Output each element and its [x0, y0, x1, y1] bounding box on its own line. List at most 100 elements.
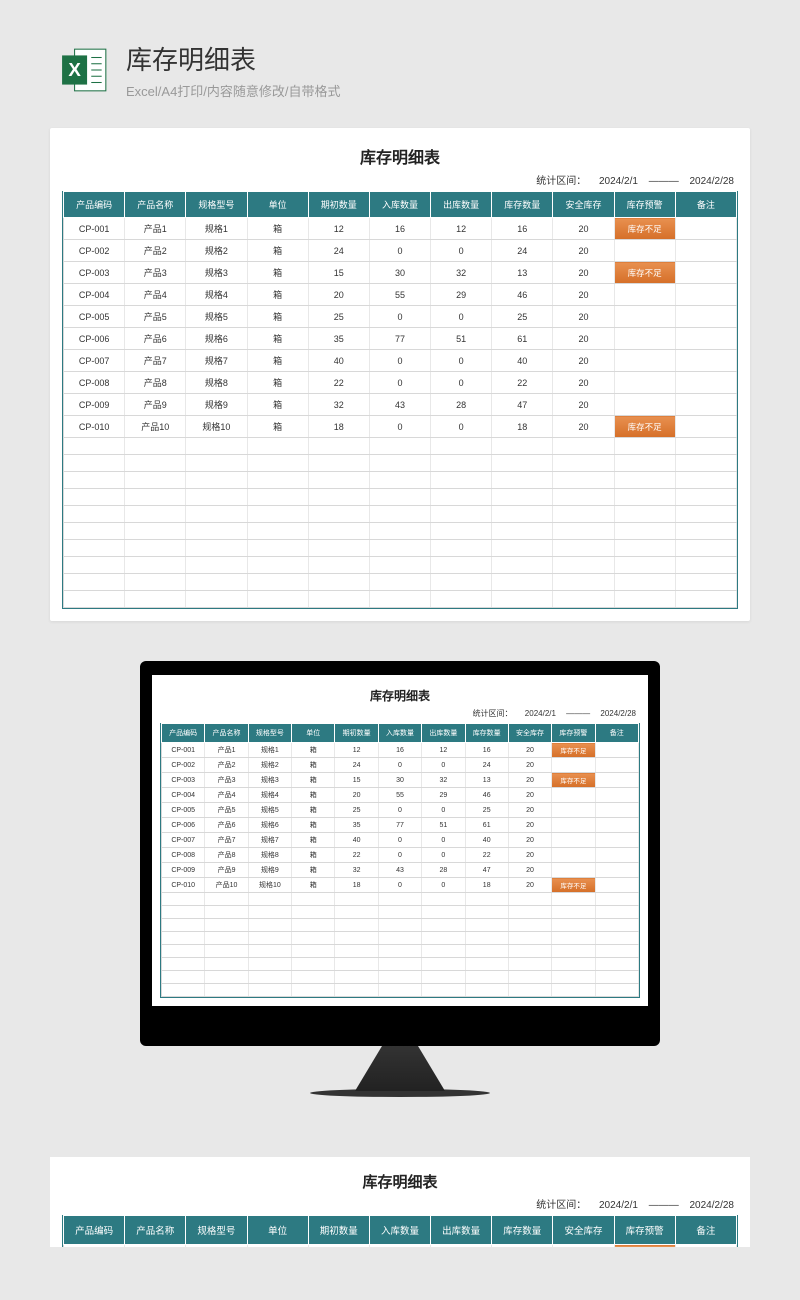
cell: 箱 — [247, 306, 308, 328]
col-header: 库存数量 — [465, 724, 508, 743]
cell: 30 — [369, 262, 430, 284]
cell — [552, 863, 595, 878]
cell: CP-009 — [64, 394, 125, 416]
cell: 16 — [369, 1245, 430, 1248]
cell: 箱 — [247, 1245, 308, 1248]
cell: 20 — [508, 833, 551, 848]
sheet-title: 库存明细表 — [62, 140, 738, 170]
table-row — [64, 438, 737, 455]
table-row — [162, 906, 639, 919]
cell: 20 — [553, 372, 614, 394]
cell: 16 — [369, 218, 430, 240]
cell: 0 — [369, 416, 430, 438]
cell: 15 — [335, 773, 378, 788]
cell: 20 — [508, 788, 551, 803]
cell: 箱 — [247, 284, 308, 306]
table-row: CP-007产品7规格7箱40004020 — [162, 833, 639, 848]
stock-warning-badge: 库存不足 — [614, 1245, 675, 1248]
cell: CP-010 — [64, 416, 125, 438]
cell: CP-006 — [64, 328, 125, 350]
cell: CP-001 — [64, 1245, 125, 1248]
cell: 箱 — [247, 416, 308, 438]
cell: 12 — [431, 1245, 492, 1248]
table-row: CP-010产品10规格10箱18001820库存不足 — [162, 878, 639, 893]
col-header: 单位 — [292, 724, 335, 743]
col-header: 入库数量 — [369, 1216, 430, 1245]
stat-period-row: 统计区间： 2024/2/1 ——— 2024/2/28 — [62, 170, 738, 191]
cell: 规格3 — [248, 773, 291, 788]
cell: 0 — [378, 803, 421, 818]
cell: 20 — [553, 262, 614, 284]
col-header: 库存预警 — [614, 192, 675, 218]
cell — [552, 818, 595, 833]
table-row: CP-001产品1规格1箱1216121620库存不足 — [64, 1245, 737, 1248]
sheet-preview-card: 库存明细表 统计区间： 2024/2/1 ——— 2024/2/28 产品编码产… — [50, 128, 750, 621]
cell: 规格5 — [186, 306, 247, 328]
cell: 61 — [465, 818, 508, 833]
table-row: CP-001产品1规格1箱1216121620库存不足 — [162, 743, 639, 758]
cell: 产品1 — [125, 1245, 186, 1248]
cell: 产品6 — [125, 328, 186, 350]
cell: 箱 — [292, 758, 335, 773]
cell: 规格1 — [186, 218, 247, 240]
stock-warning-badge: 库存不足 — [614, 416, 675, 438]
col-header: 规格型号 — [186, 1216, 247, 1245]
cell: 40 — [335, 833, 378, 848]
cell: 箱 — [292, 848, 335, 863]
cell: 产品6 — [205, 818, 248, 833]
cell: 箱 — [292, 878, 335, 893]
cell: 15 — [308, 262, 369, 284]
cell: 产品10 — [125, 416, 186, 438]
table-row: CP-003产品3规格3箱1530321320库存不足 — [64, 262, 737, 284]
cell — [675, 328, 736, 350]
cell: 0 — [369, 372, 430, 394]
cell: 25 — [465, 803, 508, 818]
table-row — [162, 945, 639, 958]
col-header: 期初数量 — [308, 192, 369, 218]
cell: 77 — [378, 818, 421, 833]
stock-warning-badge: 库存不足 — [614, 218, 675, 240]
template-title: 库存明细表 — [126, 40, 341, 77]
cell — [675, 240, 736, 262]
col-header: 安全库存 — [508, 724, 551, 743]
col-header: 产品名称 — [125, 192, 186, 218]
cell: 40 — [465, 833, 508, 848]
cell: 20 — [553, 394, 614, 416]
cell: 28 — [431, 394, 492, 416]
cell: 箱 — [292, 863, 335, 878]
table-row: CP-005产品5规格5箱25002520 — [64, 306, 737, 328]
cell: 规格7 — [186, 350, 247, 372]
cell: 20 — [553, 306, 614, 328]
date-from: 2024/2/1 — [599, 176, 638, 187]
table-row: CP-009产品9规格9箱3243284720 — [162, 863, 639, 878]
cell — [595, 803, 638, 818]
cell: 16 — [465, 743, 508, 758]
table-row: CP-005产品5规格5箱25002520 — [162, 803, 639, 818]
cell: 40 — [492, 350, 553, 372]
cell: 20 — [335, 788, 378, 803]
col-header: 期初数量 — [335, 724, 378, 743]
cell — [552, 758, 595, 773]
cell: 产品10 — [205, 878, 248, 893]
cell: 12 — [335, 743, 378, 758]
table-row: CP-002产品2规格2箱24002420 — [162, 758, 639, 773]
table-row: CP-007产品7规格7箱40004020 — [64, 350, 737, 372]
cell — [614, 394, 675, 416]
cell: 43 — [369, 394, 430, 416]
cell: 20 — [508, 743, 551, 758]
col-header: 备注 — [675, 1216, 736, 1245]
cell: 0 — [431, 416, 492, 438]
cell: 0 — [369, 306, 430, 328]
cell: 20 — [553, 240, 614, 262]
col-header: 单位 — [247, 192, 308, 218]
cell: 32 — [422, 773, 465, 788]
inventory-table: 产品编码产品名称规格型号单位期初数量入库数量出库数量库存数量安全库存库存预警备注… — [161, 723, 639, 997]
cell: 20 — [553, 218, 614, 240]
table-row — [64, 472, 737, 489]
table-row — [64, 574, 737, 591]
cell: 产品3 — [125, 262, 186, 284]
cell: 0 — [378, 878, 421, 893]
cell: 20 — [553, 416, 614, 438]
cell: 20 — [508, 848, 551, 863]
cell: 箱 — [292, 788, 335, 803]
